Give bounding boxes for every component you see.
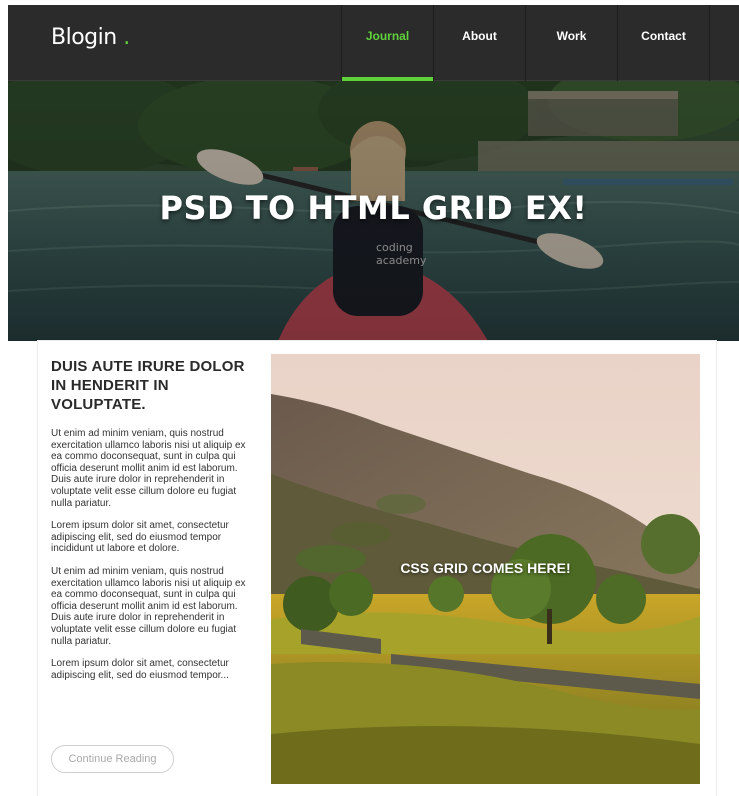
hero-banner: coding academy PSD TO HTML GRID EX! bbox=[8, 81, 739, 341]
article-paragraph: Ut enim ad minim veniam, quis nostrud ex… bbox=[51, 428, 246, 509]
article-paragraph: Lorem ipsum dolor sit amet, consectetur … bbox=[51, 658, 229, 681]
hero-title: PSD TO HTML GRID EX! bbox=[159, 189, 588, 227]
main-nav: Journal About Work Contact bbox=[341, 5, 710, 81]
nav-item-contact[interactable]: Contact bbox=[618, 5, 710, 81]
article-paragraph: Lorem ipsum dolor sit amet, consectetur … bbox=[51, 520, 229, 555]
logo-dot: . bbox=[123, 25, 130, 50]
nav-item-about[interactable]: About bbox=[434, 5, 526, 81]
content-section: DUIS AUTE IRURE DOLOR IN HENDERIT IN VOL… bbox=[38, 341, 716, 796]
feature-caption: CSS GRID COMES HERE! bbox=[400, 560, 571, 576]
article-column: DUIS AUTE IRURE DOLOR IN HENDERIT IN VOL… bbox=[51, 357, 247, 692]
page: Blogin . Journal About Work Contact PSD … bbox=[8, 5, 739, 796]
nav-item-work[interactable]: Work bbox=[526, 5, 618, 81]
feature-image: CSS GRID COMES HERE! bbox=[271, 354, 700, 784]
logo-text: Blogin bbox=[51, 25, 117, 50]
nav-item-journal[interactable]: Journal bbox=[342, 5, 434, 81]
article-title: DUIS AUTE IRURE DOLOR IN HENDERIT IN VOL… bbox=[51, 358, 245, 413]
logo[interactable]: Blogin . bbox=[51, 25, 130, 50]
article-paragraph: Ut enim ad minim veniam, quis nostrud ex… bbox=[51, 565, 246, 647]
continue-reading-button[interactable]: Continue Reading bbox=[51, 745, 174, 773]
site-header: Blogin . Journal About Work Contact bbox=[8, 5, 739, 81]
